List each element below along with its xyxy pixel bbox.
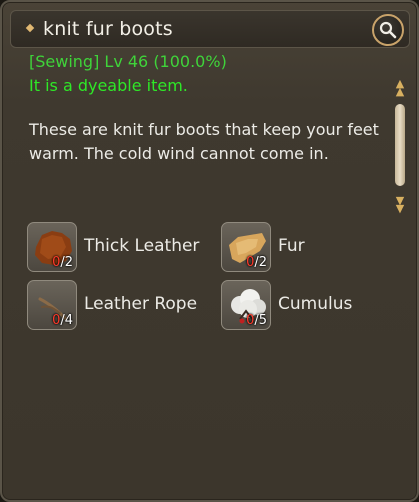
material-name: Leather Rope (84, 294, 198, 314)
item-title: knit fur boots (43, 18, 173, 40)
description-scrollbar[interactable]: ▲ ▲ ▼ ▼ (392, 78, 408, 214)
title-bar: knit fur boots (10, 10, 410, 48)
material-count: 0/2 (246, 255, 267, 270)
scroll-down-arrow-icon[interactable]: ▼ ▼ (394, 195, 406, 214)
material-count: 0/5 (246, 313, 267, 328)
title-bullet-icon (25, 23, 35, 33)
dyeable-line: It is a dyeable item. (29, 76, 188, 95)
material-name: Fur (278, 236, 305, 256)
material-count: 0/4 (52, 313, 73, 328)
material-slot[interactable]: 0/2 (27, 222, 77, 272)
material-slot[interactable]: 0/2 (221, 222, 271, 272)
scroll-thumb[interactable] (395, 104, 405, 186)
item-tooltip-window: knit fur boots [Sewing] Lv 46 (100.0%) I… (0, 0, 419, 502)
item-description: These are knit fur boots that keep your … (29, 120, 379, 163)
material-item-cumulus[interactable]: 0/5 Cumulus (221, 280, 381, 332)
material-name: Thick Leather (84, 236, 200, 256)
scroll-up-arrow-icon[interactable]: ▲ ▲ (394, 78, 406, 97)
material-count: 0/2 (52, 255, 73, 270)
material-name: Cumulus (278, 294, 353, 314)
magnify-button[interactable] (372, 14, 404, 46)
craft-skill-line: [Sewing] Lv 46 (100.0%) (29, 52, 227, 71)
material-item-thick-leather[interactable]: 0/2 Thick Leather (27, 222, 217, 274)
material-item-leather-rope[interactable]: 0/4 Leather Rope (27, 280, 217, 332)
material-item-fur[interactable]: 0/2 Fur (221, 222, 381, 274)
material-slot[interactable]: 0/5 (221, 280, 271, 330)
magnifier-icon (379, 21, 397, 39)
material-slot[interactable]: 0/4 (27, 280, 77, 330)
